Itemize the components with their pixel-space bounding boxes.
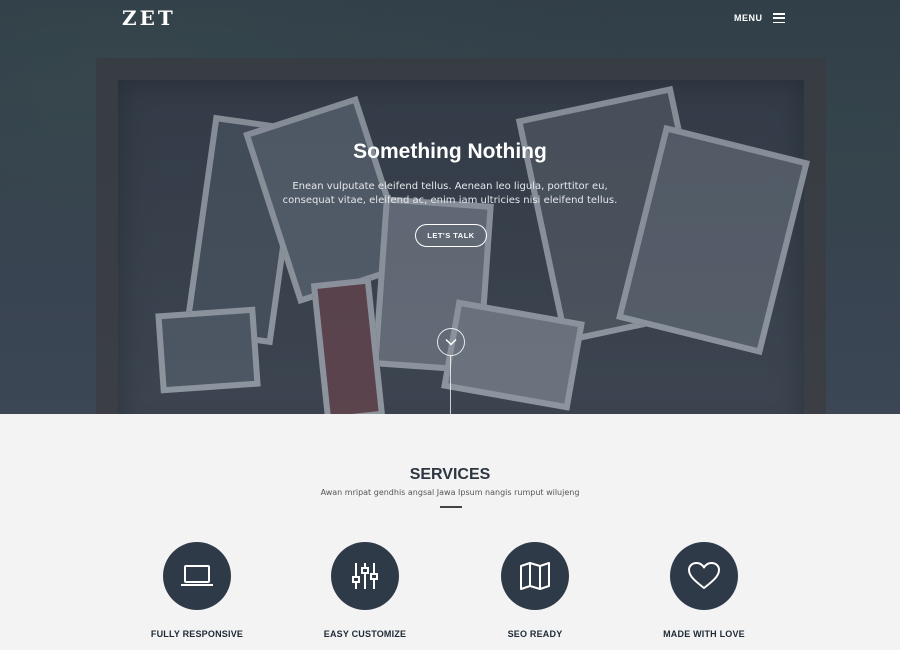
chevron-down-icon (445, 338, 457, 346)
lets-talk-button[interactable]: LET'S TALK (415, 224, 487, 247)
service-label: MADE WITH LOVE (663, 629, 745, 639)
service-label: FULLY RESPONSIVE (150, 629, 244, 639)
service-item: FULLY RESPONSIVE (112, 542, 282, 639)
hero-description: Enean vulputate eleifend tellus. Aenean … (282, 181, 618, 206)
services-title: SERVICES (409, 466, 491, 483)
hamburger-icon (772, 13, 785, 23)
services-subtitle: Awan mripat gendhis angsal Jawa Ipsum na… (320, 488, 580, 497)
section-divider (440, 506, 462, 508)
scroll-line (450, 356, 451, 414)
sliders-icon (352, 563, 378, 589)
brand-logo[interactable]: ZET (122, 6, 176, 30)
heart-icon (688, 562, 720, 589)
service-item: SEO READY (450, 542, 620, 639)
service-icon-circle (331, 542, 399, 610)
hero-section: ZET MENU Something Nothing Enean vulputa… (0, 0, 900, 414)
menu-button[interactable]: MENU (734, 10, 785, 26)
service-item: MADE WITH LOVE (619, 542, 789, 639)
services-section: SERVICES Awan mripat gendhis angsal Jawa… (0, 414, 900, 650)
service-item: EASY CUSTOMIZE (280, 542, 450, 639)
service-icon-circle (501, 542, 569, 610)
hero-title: Something Nothing (353, 140, 547, 163)
scroll-down-button[interactable] (437, 328, 465, 356)
map-icon (520, 562, 550, 590)
laptop-icon (181, 565, 213, 586)
service-icon-circle (670, 542, 738, 610)
service-label: EASY CUSTOMIZE (323, 629, 407, 639)
service-label: SEO READY (507, 629, 563, 639)
service-icon-circle (163, 542, 231, 610)
menu-label: MENU (734, 13, 763, 23)
